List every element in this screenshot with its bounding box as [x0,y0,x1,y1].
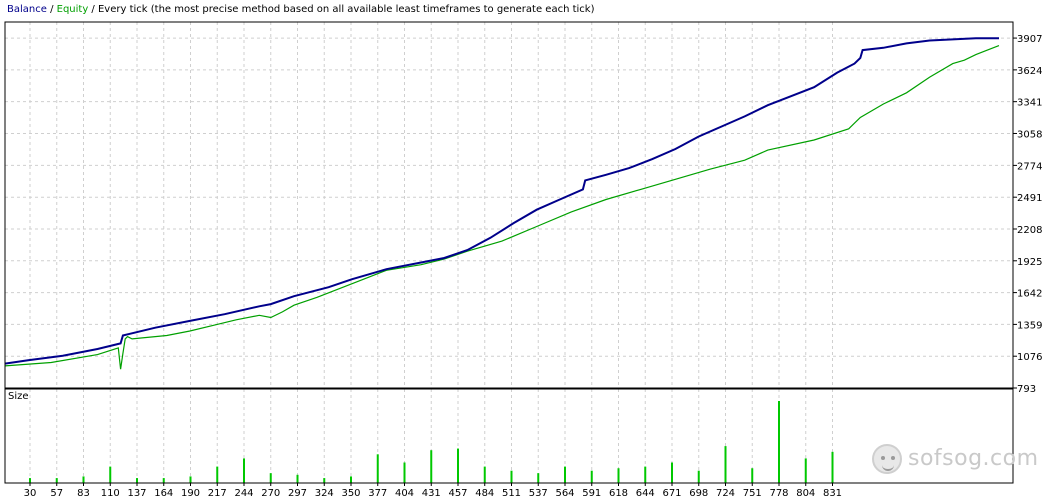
balance-equity-lines [4,37,1000,370]
main-grid [5,22,1017,389]
x-tick-label: 751 [743,488,762,499]
volume-bar [644,466,647,483]
volume-panel-frame [4,388,1014,484]
volume-bar [109,466,112,483]
volume-bar [162,478,165,483]
x-tick-label: 217 [208,488,227,499]
x-tick-label: 110 [101,488,120,499]
watermark: sofsog.com [872,444,1052,478]
volume-bar [269,473,272,483]
x-axis-labels: 30 57 83 110 137 164 190 217 244 270 297 324 350 377 4… [24,488,842,499]
x-tick-label: 431 [422,488,441,499]
volume-bar [483,466,486,483]
x-tick-label: 57 [50,488,63,499]
volume-bar [55,478,58,483]
y-tick-label: 3907 [1017,34,1042,45]
x-tick-label: 484 [475,488,494,499]
y-axis-labels: 793 1076 1359 1642 1925 2208 2491 2774 3058 3341 3… [1017,34,1042,395]
volume-bar [564,466,566,483]
volume-bar [671,462,673,483]
strategy-tester-graph: Balance / Equity / Every tick (the most … [0,0,1058,500]
y-tick-label: 2774 [1017,161,1042,172]
volume-bar [296,474,299,483]
volume-bar [617,468,620,483]
x-tick-label: 698 [689,488,708,499]
y-tick-label: 3341 [1017,98,1042,109]
x-tick-label: 778 [769,488,788,499]
y-tick-label: 1925 [1017,257,1042,268]
x-tick-label: 511 [502,488,521,499]
volume-bar [778,401,780,483]
x-tick-label: 30 [24,488,37,499]
y-tick-label: 2208 [1017,225,1042,236]
y-tick-label: 1642 [1017,289,1042,300]
volume-bar [831,451,834,483]
x-tick-label: 724 [716,488,735,499]
x-tick-label: 137 [127,488,146,499]
x-tick-label: 190 [181,488,200,499]
x-tick-label: 297 [288,488,307,499]
volume-bar [82,476,85,483]
x-tick-label: 404 [395,488,414,499]
y-tick-label: 1359 [1017,320,1042,331]
y-tick-label: 1076 [1017,352,1042,363]
y-tick-label: 3624 [1017,66,1042,77]
volume-bar [376,454,379,483]
volume-bar [136,478,138,483]
equity-line [4,45,1000,370]
x-tick-label: 83 [77,488,90,499]
y-tick-label: 793 [1017,384,1036,395]
volume-bar [751,468,754,483]
volume-panel-title: Size [8,391,29,402]
volume-bar [804,458,807,483]
x-tick-label: 564 [555,488,574,499]
volume-bar [323,478,326,483]
volume-bar [403,462,406,483]
x-tick-label: 804 [796,488,815,499]
volume-bar [29,478,31,483]
volume-bar [510,470,513,483]
volume-bar [697,470,700,483]
x-tick-label: 244 [234,488,253,499]
balance-line [4,37,999,365]
volume-bar [216,466,219,483]
main-panel-frame [4,21,1014,389]
volume-bar [590,470,593,483]
face-icon [872,444,902,474]
x-tick-label: 457 [448,488,467,499]
x-tick-label: 831 [823,488,842,499]
x-tick-label: 164 [154,488,173,499]
volume-bar [430,450,433,483]
x-tick-label: 537 [529,488,548,499]
x-tick-label: 591 [582,488,601,499]
x-tick-label: 671 [662,488,681,499]
watermark-text: sofsog.com [908,446,1039,471]
volume-bar [537,473,540,483]
volume-bar [350,476,352,483]
volume-bar [457,448,459,483]
x-tick-label: 350 [341,488,360,499]
x-tick-label: 644 [636,488,655,499]
volume-bar [724,446,727,483]
chart-canvas: 793 1076 1359 1642 1925 2208 2491 2774 3058 3341 3… [4,21,1042,499]
volume-bar [189,476,192,483]
x-tick-label: 270 [261,488,280,499]
y-tick-label: 2491 [1017,193,1042,204]
volume-bar [243,458,245,483]
x-tick-label: 377 [368,488,387,499]
x-tick-label: 324 [315,488,334,499]
x-tick-label: 618 [609,488,628,499]
y-tick-label: 3058 [1017,129,1042,140]
